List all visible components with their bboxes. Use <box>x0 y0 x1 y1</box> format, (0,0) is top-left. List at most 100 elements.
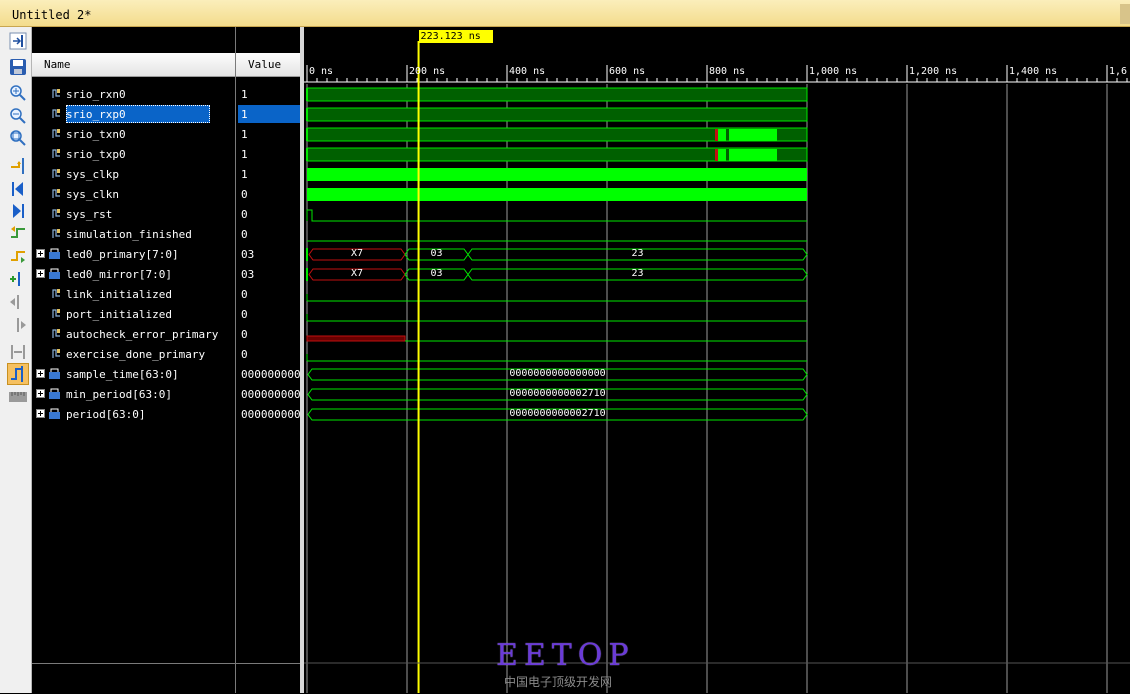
signal-row[interactable]: simulation_finished <box>32 224 235 244</box>
name-panel-footer <box>32 663 235 694</box>
value-row[interactable]: 0 <box>236 304 300 324</box>
clock-block <box>307 188 807 201</box>
goto-cursor-icon[interactable] <box>9 157 27 175</box>
signal-row[interactable]: srio_rxp0 <box>32 104 235 124</box>
value-row[interactable]: 1 <box>236 144 300 164</box>
signal-name: led0_mirror[7:0] <box>66 268 172 281</box>
watermark-tagline: 中国电子顶级开发网 <box>504 675 613 689</box>
zoom-out-icon[interactable] <box>9 107 27 125</box>
scalar-signal-icon <box>52 288 61 299</box>
bus-value-label: 03 <box>430 248 443 259</box>
signal-row[interactable]: period[63:0] <box>32 404 235 424</box>
value-row[interactable]: 0 <box>236 284 300 304</box>
previous-marker-icon[interactable] <box>9 293 27 311</box>
signal-value: 0 <box>241 288 248 301</box>
clock-block <box>307 168 807 181</box>
goto-start-icon[interactable] <box>9 180 27 198</box>
signal-row[interactable]: led0_mirror[7:0] <box>32 264 235 284</box>
ruler-tick-label: 1,6 <box>1109 66 1128 77</box>
value-row[interactable]: 0 <box>236 224 300 244</box>
signal-row[interactable]: min_period[63:0] <box>32 384 235 404</box>
signal-name: sys_clkn <box>66 188 119 201</box>
signal-value: 0 <box>241 348 248 361</box>
expand-bus-icon[interactable] <box>36 389 45 398</box>
signal-value: 0 <box>241 188 248 201</box>
signal-value: 03 <box>241 248 255 261</box>
swap-cursors-icon[interactable] <box>9 343 27 361</box>
signal-row[interactable]: srio_txn0 <box>32 124 235 144</box>
signal-value: 0 <box>241 228 248 241</box>
bus-signal-icon <box>48 267 61 280</box>
next-marker-icon[interactable] <box>9 316 27 334</box>
scalar-signal-icon <box>52 88 61 99</box>
expand-bus-icon[interactable] <box>36 369 45 378</box>
name-column-header[interactable]: Name <box>32 53 235 77</box>
value-row[interactable]: 0 <box>236 204 300 224</box>
wave-bright-segment <box>718 149 726 161</box>
signal-row[interactable]: link_initialized <box>32 284 235 304</box>
snap-to-transition-icon[interactable] <box>7 363 29 385</box>
wave-bright-segment <box>729 129 777 141</box>
zoom-fit-icon[interactable] <box>9 129 27 147</box>
waveform-canvas[interactable]: 0 ns 200 ns 400 ns 600 ns 800 ns 1,000 ns 1,20… <box>304 27 1130 693</box>
signal-row[interactable]: exercise_done_primary <box>32 344 235 364</box>
scalar-signal-icon <box>52 348 61 359</box>
signal-row[interactable]: sys_rst <box>32 204 235 224</box>
signal-value: 0 <box>241 308 248 321</box>
signal-row[interactable]: sample_time[63:0] <box>32 364 235 384</box>
signal-row[interactable]: srio_txp0 <box>32 144 235 164</box>
signal-row[interactable]: led0_primary[7:0] <box>32 244 235 264</box>
srio-activity-block <box>307 107 808 122</box>
floating-ruler-icon[interactable] <box>9 388 27 406</box>
signal-value-panel: Value 1 1 1 1 1 0 0 0 03 03 0 0 0 0 0000000000 00000000… <box>235 27 301 694</box>
value-row[interactable]: 0 <box>236 324 300 344</box>
value-row[interactable]: 0000000000 <box>236 364 301 384</box>
scalar-signal-icon <box>52 128 61 139</box>
value-row[interactable]: 0 <box>236 184 300 204</box>
wave-pulse <box>306 209 807 222</box>
save-icon[interactable] <box>9 58 27 76</box>
signal-row[interactable]: sys_clkn <box>32 184 235 204</box>
signal-value: 1 <box>241 88 248 101</box>
srio-activity-block <box>307 87 808 102</box>
expand-bus-icon[interactable] <box>36 409 45 418</box>
scalar-signal-icon <box>52 148 61 159</box>
value-row[interactable]: 1 <box>236 164 300 184</box>
value-column-header[interactable]: Value <box>236 53 300 77</box>
value-row[interactable]: 0000000000 <box>236 384 301 404</box>
signal-name: sys_rst <box>66 208 113 221</box>
value-row[interactable]: 1 <box>236 84 300 104</box>
previous-transition-icon[interactable] <box>9 224 27 242</box>
add-marker-icon[interactable] <box>9 270 27 288</box>
ruler-tick-label: 200 ns <box>409 66 446 77</box>
expand-bus-icon[interactable] <box>36 249 45 258</box>
signal-value: 1 <box>241 168 248 181</box>
scalar-signal-icon <box>52 188 61 199</box>
window-title-bar: Untitled 2* <box>0 0 1130 27</box>
signal-row[interactable]: srio_rxn0 <box>32 84 235 104</box>
signal-value: 0000000000 <box>241 368 301 381</box>
bus-value-label: 23 <box>631 248 644 259</box>
signal-name: srio_txn0 <box>66 128 126 141</box>
signal-row[interactable]: sys_clkp <box>32 164 235 184</box>
value-row[interactable]: 0000000000 <box>236 404 301 424</box>
signal-name: autocheck_error_primary <box>66 328 219 341</box>
value-row[interactable]: 1 <box>236 104 300 124</box>
value-row[interactable]: 03 <box>236 264 300 284</box>
zoom-in-icon[interactable] <box>9 84 27 102</box>
value-row[interactable]: 03 <box>236 244 300 264</box>
expand-bus-icon[interactable] <box>36 269 45 278</box>
title-bar-button[interactable] <box>1120 4 1130 24</box>
value-row[interactable]: 1 <box>236 124 300 144</box>
signal-row[interactable]: autocheck_error_primary <box>32 324 235 344</box>
cursor-time-label[interactable]: 223.123 ns <box>418 30 493 43</box>
value-row[interactable]: 0 <box>236 344 300 364</box>
next-transition-icon[interactable] <box>9 247 27 265</box>
float-dock-icon[interactable] <box>9 32 27 50</box>
ruler-tick-label: 1,400 ns <box>1009 66 1058 77</box>
signal-value: 03 <box>241 268 255 281</box>
signal-name: period[63:0] <box>66 408 146 421</box>
signal-row[interactable]: port_initialized <box>32 304 235 324</box>
goto-end-icon[interactable] <box>9 202 27 220</box>
scalar-signal-icon <box>52 108 61 119</box>
